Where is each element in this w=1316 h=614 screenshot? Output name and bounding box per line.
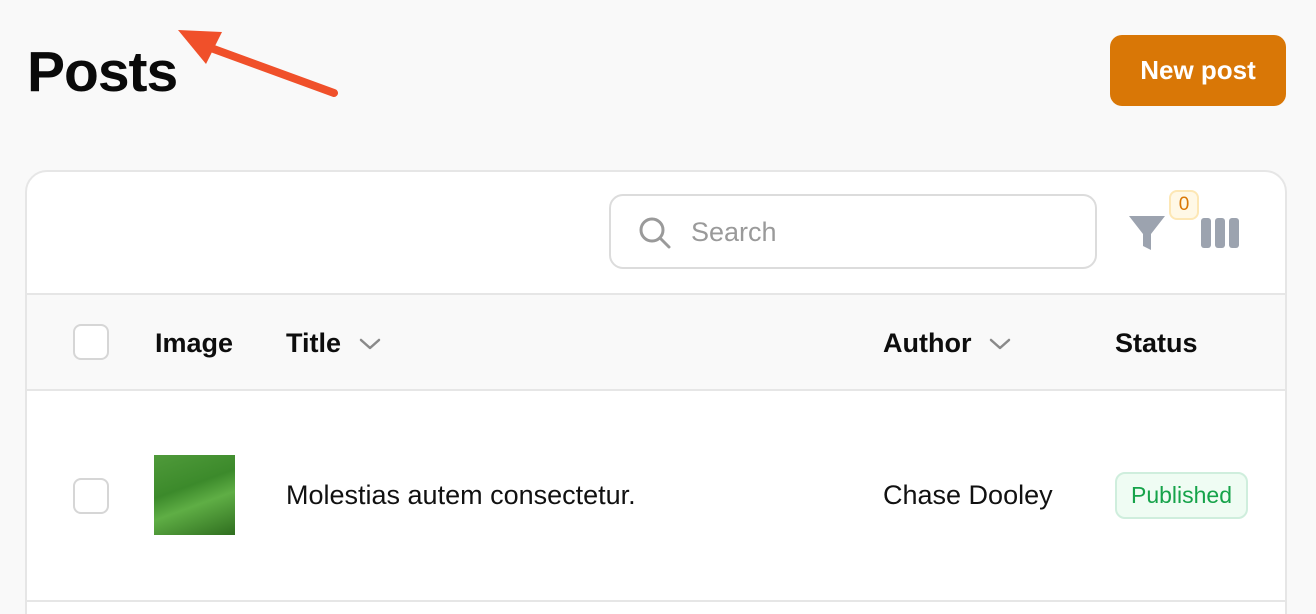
- filter-icon[interactable]: [1127, 212, 1167, 254]
- page: Posts New post 0 Im: [0, 0, 1316, 614]
- status-badge: Published: [1115, 472, 1249, 519]
- row-checkbox[interactable]: [73, 478, 109, 514]
- column-header-image: Image: [155, 328, 233, 359]
- annotation-arrow: [178, 30, 338, 97]
- column-header-author-label: Author: [883, 328, 972, 358]
- table-row[interactable]: Molestias autem consectetur. Chase Doole…: [27, 391, 1285, 602]
- columns-icon[interactable]: [1201, 218, 1239, 248]
- chevron-down-icon: [359, 338, 381, 349]
- column-header-image-label: Image: [155, 328, 234, 358]
- filter-count-badge: 0: [1169, 190, 1199, 220]
- table-toolbar: 0: [27, 172, 1285, 293]
- new-post-button[interactable]: New post: [1110, 35, 1286, 106]
- column-header-status: Status: [1115, 328, 1198, 359]
- column-header-title-label: Title: [286, 328, 342, 358]
- column-header-title[interactable]: Title: [286, 328, 381, 359]
- posts-table-card: 0 Image Title Author: [25, 170, 1287, 614]
- search-box[interactable]: [609, 194, 1097, 269]
- select-all-checkbox[interactable]: [73, 324, 109, 360]
- page-title: Posts: [27, 40, 178, 104]
- post-author: Chase Dooley: [883, 480, 1053, 510]
- search-icon: [639, 217, 671, 249]
- chevron-down-icon: [990, 338, 1011, 349]
- row-divider: [27, 600, 1285, 602]
- search-input[interactable]: [691, 212, 1071, 252]
- post-title[interactable]: Molestias autem consectetur.: [286, 480, 636, 511]
- table-header: Image Title Author Status: [27, 293, 1285, 391]
- post-thumbnail-image: [154, 455, 235, 535]
- column-header-status-label: Status: [1115, 328, 1198, 358]
- column-header-author[interactable]: Author: [883, 328, 1011, 359]
